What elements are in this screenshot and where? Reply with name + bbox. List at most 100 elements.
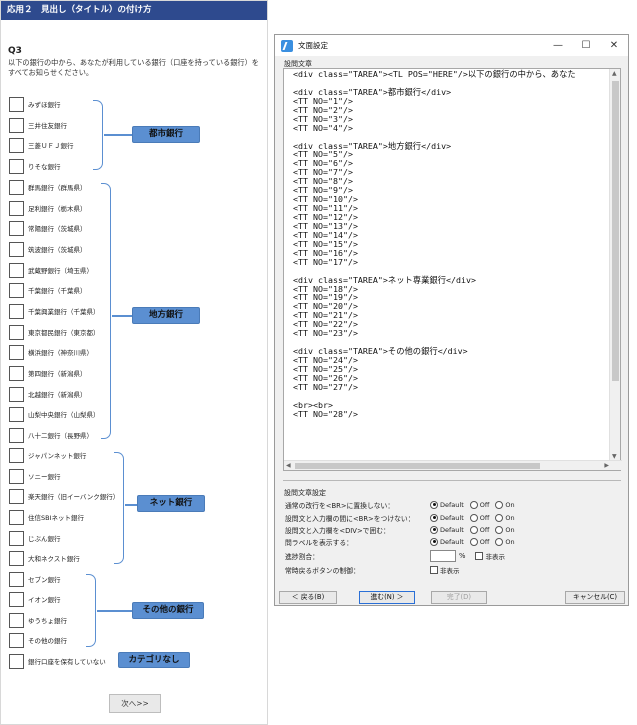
radio-on[interactable]	[495, 500, 504, 509]
checkbox[interactable]	[9, 509, 24, 525]
cancel-button[interactable]: キャンセル(C)	[565, 591, 625, 604]
option-9[interactable]: 武蔵野銀行（埼玉県）	[9, 262, 93, 278]
option-17[interactable]: 八十二銀行（長野県）	[9, 427, 93, 443]
category-label-city: 都市銀行	[132, 126, 200, 143]
radio-off[interactable]	[469, 513, 478, 522]
vertical-scroll-thumb[interactable]	[612, 81, 619, 381]
option-18[interactable]: ジャパンネット銀行	[9, 447, 86, 463]
checkbox[interactable]	[9, 200, 24, 216]
code-text[interactable]: <div class="TAREA"><TL POS="HERE"/>以下の銀行…	[284, 69, 611, 462]
next-button[interactable]: 進む(N) ＞	[359, 591, 415, 604]
checkbox[interactable]	[9, 324, 24, 340]
net-bank-brace	[114, 452, 124, 564]
option-1[interactable]: みずほ銀行	[9, 96, 61, 112]
radio-default[interactable]	[430, 513, 438, 522]
scroll-left-arrow-icon[interactable]: ◀	[286, 461, 291, 471]
option-23[interactable]: 大和ネクスト銀行	[9, 550, 80, 566]
code-line: <TT NO="23"/>	[293, 328, 358, 339]
hide-progress-checkbox[interactable]	[475, 551, 484, 560]
checkbox[interactable]	[9, 344, 24, 360]
finish-button[interactable]: 完了(D)	[431, 591, 487, 604]
vertical-scrollbar[interactable]: ▲ ▼	[609, 69, 620, 462]
checkbox[interactable]	[9, 468, 24, 484]
hide-back-button-checkbox[interactable]	[430, 565, 438, 574]
option-19[interactable]: ソニー銀行	[9, 468, 61, 484]
question-text-editor[interactable]: <div class="TAREA"><TL POS="HERE"/>以下の銀行…	[283, 68, 622, 471]
checkbox[interactable]	[9, 632, 24, 648]
survey-header: 応用２ 見出し（タイトル）の付け方	[1, 1, 267, 20]
option-12[interactable]: 東京都民銀行（東京都）	[9, 324, 100, 340]
option-8[interactable]: 筑波銀行（茨城県）	[9, 241, 87, 257]
radio-default[interactable]	[430, 537, 438, 546]
horizontal-scrollbar[interactable]: ◀ ▶	[284, 460, 622, 470]
horizontal-scroll-thumb[interactable]	[295, 463, 540, 469]
checkbox[interactable]	[9, 220, 24, 236]
setting-row-progress: 進捗割合： % 非表示	[285, 549, 505, 562]
option-5[interactable]: 群馬銀行（群馬県）	[9, 179, 87, 195]
option-16[interactable]: 山梨中央銀行（山梨県）	[9, 406, 100, 422]
checkbox[interactable]	[9, 447, 24, 463]
option-27[interactable]: その他の銀行	[9, 632, 67, 648]
option-13[interactable]: 横浜銀行（神奈川県）	[9, 344, 93, 360]
checkbox[interactable]	[9, 386, 24, 402]
checkbox[interactable]	[9, 96, 24, 112]
option-26[interactable]: ゆうちょ銀行	[9, 612, 67, 628]
setting-row-no-br: 設問文と入力欄の間に<BR>をつけない： Default Off On	[285, 513, 515, 523]
option-22[interactable]: じぶん銀行	[9, 530, 61, 546]
code-line: <TT NO="27"/>	[293, 381, 358, 392]
radio-on[interactable]	[495, 537, 504, 546]
checkbox[interactable]	[9, 241, 24, 257]
option-20[interactable]: 楽天銀行（旧イーバンク銀行）	[9, 488, 119, 504]
option-25[interactable]: イオン銀行	[9, 591, 61, 607]
option-3[interactable]: 三菱ＵＦＪ銀行	[9, 137, 74, 153]
option-6[interactable]: 足利銀行（栃木県）	[9, 200, 87, 216]
radio-default[interactable]	[430, 500, 438, 509]
checkbox[interactable]	[9, 612, 24, 628]
checkbox[interactable]	[9, 550, 24, 566]
radio-off[interactable]	[469, 537, 478, 546]
checkbox[interactable]	[9, 158, 24, 174]
checkbox[interactable]	[9, 406, 24, 422]
radio-off[interactable]	[469, 500, 478, 509]
option-11[interactable]: 千葉興業銀行（千葉県）	[9, 303, 100, 319]
checkbox[interactable]	[9, 365, 24, 381]
checkbox[interactable]	[9, 571, 24, 587]
code-line: <TT NO="28"/>	[293, 408, 358, 419]
title-bar: 文面設定 — ☐ ✕	[275, 35, 628, 56]
option-21[interactable]: 住信SBIネット銀行	[9, 509, 84, 525]
setting-row-div-wrap: 設問文と入力欄を<DIV>で囲む： Default Off On	[285, 525, 515, 535]
checkbox[interactable]	[9, 117, 24, 133]
settings-title: 設問文章設定	[284, 489, 326, 497]
code-line: <TT NO="17"/>	[293, 256, 358, 267]
checkbox[interactable]	[9, 137, 24, 153]
checkbox[interactable]	[9, 653, 24, 669]
checkbox[interactable]	[9, 179, 24, 195]
radio-default[interactable]	[430, 525, 438, 534]
checkbox[interactable]	[9, 262, 24, 278]
maximize-button[interactable]: ☐	[572, 35, 600, 56]
checkbox[interactable]	[9, 530, 24, 546]
progress-percent-input[interactable]	[430, 549, 456, 562]
radio-on[interactable]	[495, 525, 504, 534]
checkbox[interactable]	[9, 488, 24, 504]
option-15[interactable]: 北越銀行（新潟県）	[9, 386, 87, 402]
checkbox[interactable]	[9, 427, 24, 443]
close-button[interactable]: ✕	[600, 35, 628, 56]
option-28[interactable]: 銀行口座を保有していない	[9, 653, 106, 669]
option-7[interactable]: 常陽銀行（茨城県）	[9, 220, 87, 236]
option-4[interactable]: りそな銀行	[9, 158, 61, 174]
scroll-right-arrow-icon[interactable]: ▶	[604, 461, 609, 471]
minimize-button[interactable]: —	[544, 35, 572, 56]
option-10[interactable]: 千葉銀行（千葉県）	[9, 282, 87, 298]
checkbox[interactable]	[9, 591, 24, 607]
next-button[interactable]: 次へ>>	[109, 694, 161, 713]
option-14[interactable]: 第四銀行（新潟県）	[9, 365, 87, 381]
checkbox[interactable]	[9, 282, 24, 298]
back-button[interactable]: ＜ 戻る(B)	[279, 591, 337, 604]
option-24[interactable]: セブン銀行	[9, 571, 61, 587]
radio-off[interactable]	[469, 525, 478, 534]
option-2[interactable]: 三井住友銀行	[9, 117, 67, 133]
radio-on[interactable]	[495, 513, 504, 522]
scroll-up-arrow-icon[interactable]: ▲	[612, 69, 617, 79]
checkbox[interactable]	[9, 303, 24, 319]
